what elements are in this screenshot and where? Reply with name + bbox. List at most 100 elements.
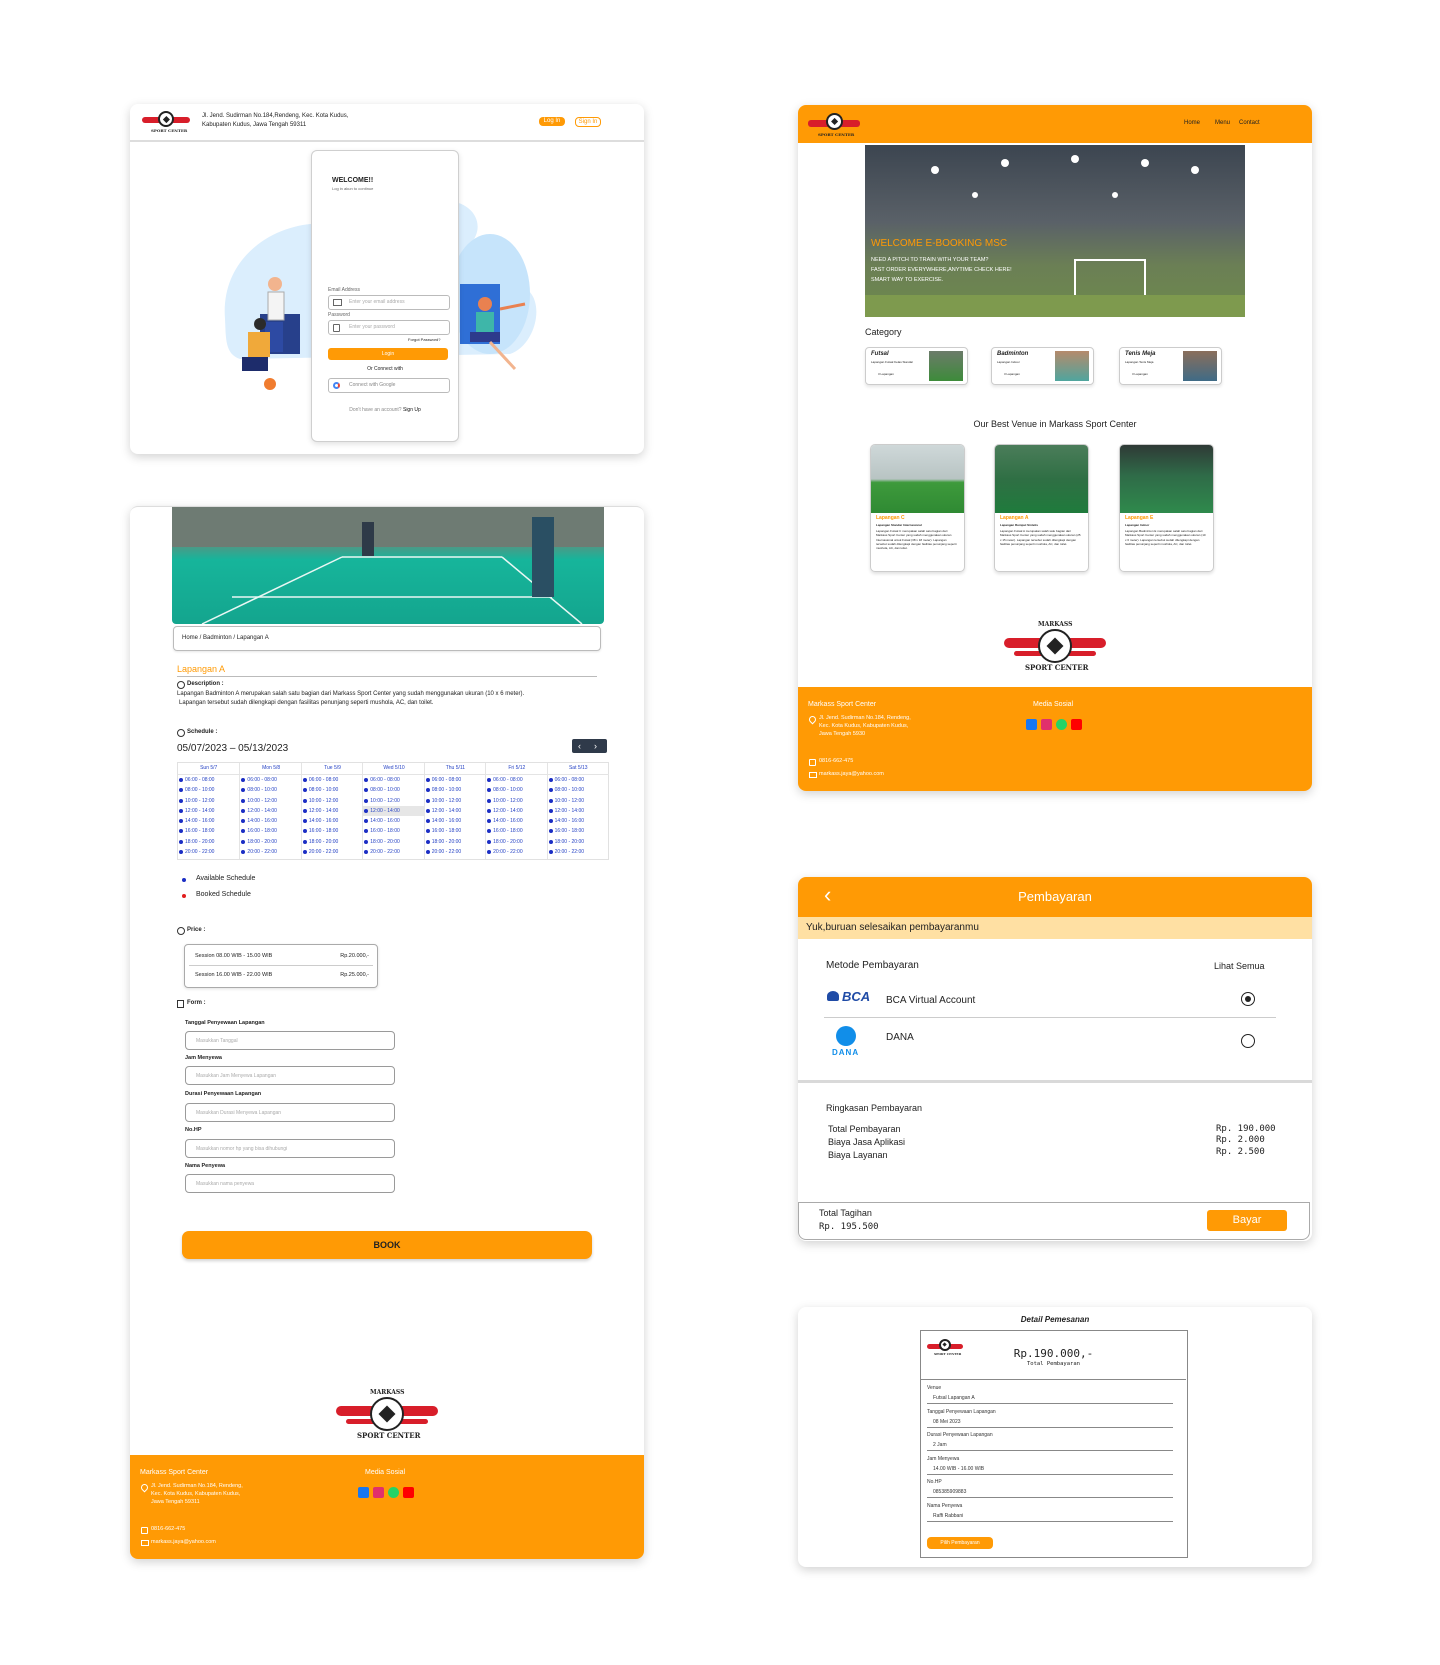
nav-menu[interactable]: Menu xyxy=(1215,120,1230,126)
schedule-slot[interactable]: 20:00 - 22:00 xyxy=(178,847,239,857)
header-signin-button[interactable]: Sign In xyxy=(575,117,601,127)
forgot-password-link[interactable]: Forgot Password? xyxy=(408,337,440,342)
schedule-slot[interactable]: 06:00 - 08:00 xyxy=(302,775,363,785)
schedule-slot[interactable]: 16:00 - 18:00 xyxy=(240,826,301,836)
email-field[interactable] xyxy=(347,297,445,307)
renter-name-input[interactable] xyxy=(185,1174,395,1193)
see-all-link[interactable]: Lihat Semua xyxy=(1214,961,1265,971)
schedule-slot[interactable]: 10:00 - 12:00 xyxy=(486,796,547,806)
pay-button[interactable]: Bayar xyxy=(1207,1210,1287,1231)
schedule-slot[interactable]: 06:00 - 08:00 xyxy=(240,775,301,785)
schedule-slot[interactable]: 08:00 - 10:00 xyxy=(425,785,486,795)
schedule-slot[interactable]: 08:00 - 10:00 xyxy=(240,785,301,795)
category-card-futsal[interactable]: Futsal Lapangan Futsal Kelas Standar 3 L… xyxy=(865,347,968,385)
venue-card[interactable]: Lapangan C Lapangan Standar Internasiona… xyxy=(870,444,965,572)
summary-item-label: Biaya Layanan xyxy=(828,1150,888,1160)
schedule-slot[interactable]: 12:00 - 14:00 xyxy=(178,806,239,816)
schedule-slot[interactable]: 18:00 - 20:00 xyxy=(548,837,609,847)
schedule-slot[interactable]: 10:00 - 12:00 xyxy=(425,796,486,806)
schedule-slot[interactable]: 12:00 - 14:00 xyxy=(240,806,301,816)
schedule-slot[interactable]: 10:00 - 12:00 xyxy=(302,796,363,806)
venue-card[interactable]: Lapangan A Lapangan Rumput Sintetis Lapa… xyxy=(994,444,1089,572)
schedule-slot[interactable]: 14:00 - 16:00 xyxy=(178,816,239,826)
nav-home[interactable]: Home xyxy=(1184,120,1200,126)
instagram-icon[interactable] xyxy=(373,1487,384,1498)
schedule-slot[interactable]: 16:00 - 18:00 xyxy=(363,826,424,836)
schedule-slot[interactable]: 06:00 - 08:00 xyxy=(178,775,239,785)
schedule-slot[interactable]: 20:00 - 22:00 xyxy=(486,847,547,857)
schedule-slot[interactable]: 18:00 - 20:00 xyxy=(425,837,486,847)
phone-input[interactable] xyxy=(185,1139,395,1158)
schedule-slot[interactable]: 20:00 - 22:00 xyxy=(240,847,301,857)
schedule-slot[interactable]: 06:00 - 08:00 xyxy=(363,775,424,785)
schedule-slot[interactable]: 12:00 - 14:00 xyxy=(486,806,547,816)
schedule-slot[interactable]: 20:00 - 22:00 xyxy=(363,847,424,857)
schedule-slot[interactable]: 10:00 - 12:00 xyxy=(240,796,301,806)
whatsapp-icon[interactable] xyxy=(1056,719,1067,730)
schedule-slot[interactable]: 14:00 - 16:00 xyxy=(425,816,486,826)
schedule-slot[interactable]: 08:00 - 10:00 xyxy=(363,785,424,795)
receipt-row-label: Nama Penyewa xyxy=(927,1502,963,1509)
schedule-slot[interactable]: 12:00 - 14:00 xyxy=(548,806,609,816)
schedule-slot[interactable]: 14:00 - 16:00 xyxy=(363,816,424,826)
schedule-slot[interactable]: 06:00 - 08:00 xyxy=(486,775,547,785)
nav-contact[interactable]: Contact xyxy=(1239,120,1260,126)
schedule-slot[interactable]: 08:00 - 10:00 xyxy=(302,785,363,795)
schedule-slot[interactable]: 10:00 - 12:00 xyxy=(548,796,609,806)
schedule-slot[interactable]: 06:00 - 08:00 xyxy=(548,775,609,785)
schedule-slot[interactable]: 20:00 - 22:00 xyxy=(302,847,363,857)
schedule-slot[interactable]: 18:00 - 20:00 xyxy=(178,837,239,847)
choose-payment-button[interactable]: Pilih Pembayaran xyxy=(927,1537,993,1549)
facebook-icon[interactable] xyxy=(1026,719,1037,730)
schedule-slot[interactable]: 16:00 - 18:00 xyxy=(548,826,609,836)
venue-card[interactable]: Lapangan E Lapangan Indoor Lapangan Badm… xyxy=(1119,444,1214,572)
rental-date-input[interactable] xyxy=(185,1031,395,1050)
schedule-slot[interactable]: 12:00 - 14:00 xyxy=(302,806,363,816)
rental-duration-input[interactable] xyxy=(185,1103,395,1122)
schedule-slot[interactable]: 16:00 - 18:00 xyxy=(486,826,547,836)
rental-time-input[interactable] xyxy=(185,1066,395,1085)
book-button[interactable]: BOOK xyxy=(182,1231,592,1259)
venue-name: Lapangan C xyxy=(876,515,905,521)
facebook-icon[interactable] xyxy=(358,1487,369,1498)
schedule-slot[interactable]: 16:00 - 18:00 xyxy=(178,826,239,836)
schedule-label: Schedule : xyxy=(187,729,218,735)
instagram-icon[interactable] xyxy=(1041,719,1052,730)
schedule-slot[interactable]: 18:00 - 20:00 xyxy=(302,837,363,847)
schedule-slot[interactable]: 08:00 - 10:00 xyxy=(486,785,547,795)
schedule-slot[interactable]: 10:00 - 12:00 xyxy=(363,796,424,806)
receipt-row-label: Tanggal Penyewaan Lapangan xyxy=(927,1408,996,1415)
schedule-slot[interactable]: 16:00 - 18:00 xyxy=(425,826,486,836)
youtube-icon[interactable] xyxy=(1071,719,1082,730)
schedule-slot[interactable]: 08:00 - 10:00 xyxy=(178,785,239,795)
schedule-slot[interactable]: 14:00 - 16:00 xyxy=(548,816,609,826)
google-button[interactable]: Connect with Google xyxy=(328,378,450,393)
header-login-button[interactable]: Log In xyxy=(539,117,565,126)
dana-radio[interactable] xyxy=(1241,1034,1255,1048)
category-card-tenis-meja[interactable]: Tenis Meja Lapangan Tenis Meja 3 Lapanga… xyxy=(1119,347,1222,385)
youtube-icon[interactable] xyxy=(403,1487,414,1498)
whatsapp-icon[interactable] xyxy=(388,1487,399,1498)
schedule-slot[interactable]: 12:00 - 14:00 xyxy=(425,806,486,816)
schedule-slot[interactable]: 18:00 - 20:00 xyxy=(240,837,301,847)
schedule-slot[interactable]: 08:00 - 10:00 xyxy=(548,785,609,795)
bca-radio[interactable] xyxy=(1241,992,1255,1006)
schedule-slot[interactable]: 20:00 - 22:00 xyxy=(425,847,486,857)
schedule-slot[interactable]: 06:00 - 08:00 xyxy=(425,775,486,785)
login-submit-button[interactable]: Login xyxy=(328,348,448,360)
schedule-slot[interactable]: 16:00 - 18:00 xyxy=(302,826,363,836)
schedule-slot[interactable]: 14:00 - 16:00 xyxy=(240,816,301,826)
schedule-slot[interactable]: 18:00 - 20:00 xyxy=(486,837,547,847)
schedule-slot[interactable]: 14:00 - 16:00 xyxy=(302,816,363,826)
next-week-button[interactable]: › xyxy=(594,741,597,751)
password-field[interactable] xyxy=(347,322,445,332)
prev-week-button[interactable]: ‹ xyxy=(578,741,581,751)
schedule-slot[interactable]: 20:00 - 22:00 xyxy=(548,847,609,857)
signup-link[interactable]: Sign Up xyxy=(403,407,421,413)
schedule-slot[interactable]: 10:00 - 12:00 xyxy=(178,796,239,806)
category-card-badminton[interactable]: Badminton Lapangan Indoor 3 Lapangan xyxy=(991,347,1094,385)
breadcrumb[interactable]: Home / Badminton / Lapangan A xyxy=(173,626,601,651)
schedule-slot[interactable]: 14:00 - 16:00 xyxy=(486,816,547,826)
schedule-slot[interactable]: 12:00 - 14:00 xyxy=(363,805,425,817)
schedule-slot[interactable]: 18:00 - 20:00 xyxy=(363,837,424,847)
